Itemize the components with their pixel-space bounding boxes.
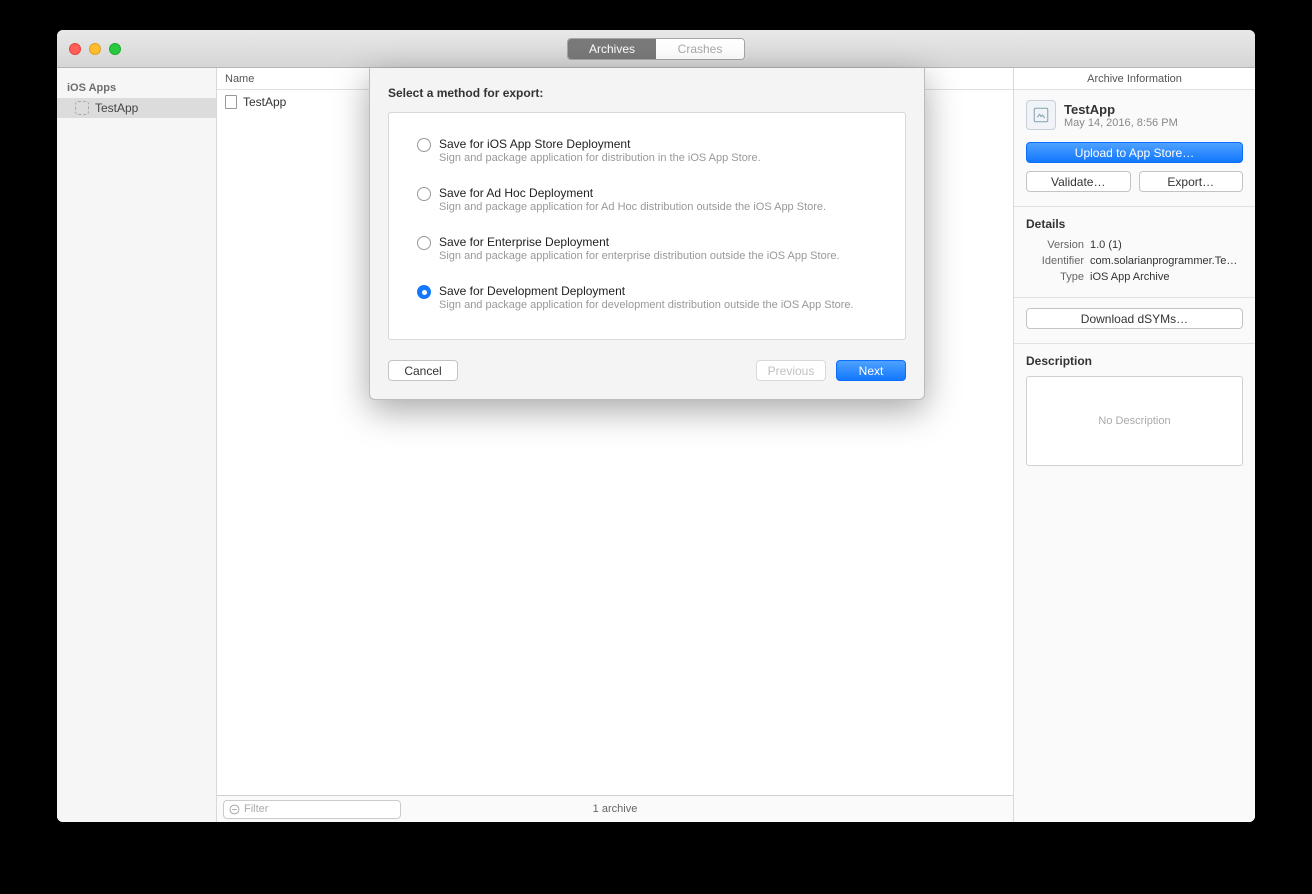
upload-to-app-store-button[interactable]: Upload to App Store… [1026,142,1243,163]
tab-archives[interactable]: Archives [568,39,656,59]
filter-placeholder: Filter [244,803,268,815]
option-label: Save for Ad Hoc Deployment [439,186,826,200]
description-title: Description [1026,354,1243,368]
option-label: Save for iOS App Store Deployment [439,137,761,151]
details-identifier-key: Identifier [1026,255,1084,267]
sidebar-item-testapp[interactable]: TestApp [57,98,216,118]
inspector-panel: Archive Information TestApp May 14, 2016… [1013,68,1255,822]
details-type-value: iOS App Archive [1090,271,1243,283]
radio-icon [417,285,431,299]
minimize-window-button[interactable] [89,43,101,55]
sidebar: iOS Apps TestApp [57,68,217,822]
mode-segmented-control: Archives Crashes [567,38,745,60]
details-title: Details [1026,217,1243,231]
filter-input[interactable]: Filter [223,800,401,819]
option-ad-hoc[interactable]: Save for Ad Hoc Deployment Sign and pack… [417,186,877,213]
zoom-window-button[interactable] [109,43,121,55]
option-desc: Sign and package application for enterpr… [439,250,840,262]
bottom-bar: Filter 1 archive [217,795,1013,822]
export-method-sheet: Select a method for export: Save for iOS… [369,68,925,400]
radio-icon [417,138,431,152]
previous-button: Previous [756,360,826,381]
details-version-key: Version [1026,239,1084,251]
radio-icon [417,236,431,250]
inspector-title: Archive Information [1014,68,1255,90]
inspector-content: TestApp May 14, 2016, 8:56 PM Upload to … [1014,90,1255,476]
option-enterprise[interactable]: Save for Enterprise Deployment Sign and … [417,235,877,262]
details-identifier-value: com.solarianprogrammer.Te… [1090,255,1243,267]
close-window-button[interactable] [69,43,81,55]
option-app-store[interactable]: Save for iOS App Store Deployment Sign a… [417,137,877,164]
sheet-footer: Cancel Previous Next [388,360,906,381]
next-button[interactable]: Next [836,360,906,381]
option-label: Save for Development Deployment [439,284,854,298]
radio-icon [417,187,431,201]
titlebar: Archives Crashes [57,30,1255,68]
sidebar-section-ios-apps: iOS Apps [57,76,216,98]
validate-button[interactable]: Validate… [1026,171,1131,192]
archive-date: May 14, 2016, 8:56 PM [1064,117,1178,129]
option-label: Save for Enterprise Deployment [439,235,840,249]
archive-header: TestApp May 14, 2016, 8:56 PM [1026,100,1243,130]
cancel-button[interactable]: Cancel [388,360,458,381]
filter-icon [229,804,240,815]
export-options: Save for iOS App Store Deployment Sign a… [388,112,906,340]
tab-crashes[interactable]: Crashes [656,39,744,59]
option-desc: Sign and package application for develop… [439,299,854,311]
sidebar-item-label: TestApp [95,101,138,115]
archive-row-label: TestApp [243,95,286,109]
download-dsyms-button[interactable]: Download dSYMs… [1026,308,1243,329]
details-type-key: Type [1026,271,1084,283]
archive-icon [1026,100,1056,130]
option-desc: Sign and package application for distrib… [439,152,761,164]
app-placeholder-icon [75,101,89,115]
option-desc: Sign and package application for Ad Hoc … [439,201,826,213]
archive-name: TestApp [1064,102,1178,117]
archive-doc-icon [225,95,237,109]
sheet-title: Select a method for export: [388,86,906,100]
export-button[interactable]: Export… [1139,171,1244,192]
window-controls [69,43,121,55]
archive-count-label: 1 archive [593,803,638,815]
description-box[interactable]: No Description [1026,376,1243,466]
description-empty-label: No Description [1098,415,1170,427]
details-version-value: 1.0 (1) [1090,239,1243,251]
option-development[interactable]: Save for Development Deployment Sign and… [417,284,877,311]
